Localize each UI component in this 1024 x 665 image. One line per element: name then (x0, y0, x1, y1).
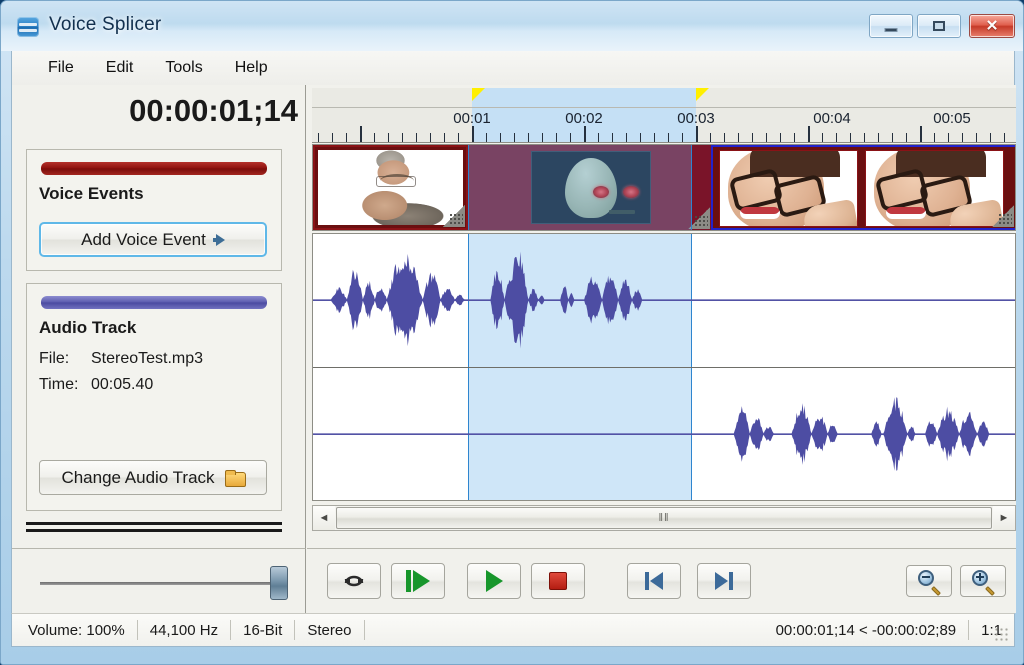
voice-events-color-bar (41, 162, 267, 175)
clip-alien-eye-right (623, 186, 639, 198)
change-audio-track-button[interactable]: Change Audio Track (39, 460, 267, 495)
woman-glasses-a (732, 173, 824, 199)
menu-item-file[interactable]: File (32, 55, 90, 81)
selection-end-marker-icon[interactable] (696, 88, 709, 101)
loop-icon (344, 575, 364, 587)
timeline-horizontal-scrollbar[interactable]: ◄ ‖‖ ► (312, 505, 1016, 531)
ruler-label-5: 00:05 (933, 110, 971, 127)
volume-slider-area (12, 548, 306, 613)
waveform-graphic (313, 251, 1015, 471)
stop-button[interactable] (531, 563, 585, 599)
change-audio-track-label: Change Audio Track (61, 467, 215, 487)
add-voice-event-label: Add Voice Event (81, 229, 206, 249)
skip-to-start-button[interactable] (627, 563, 681, 599)
clip-alien-thumbnail (531, 151, 651, 224)
scrollbar-thumb[interactable]: ‖‖ (336, 507, 992, 529)
window-title: Voice Splicer (49, 14, 162, 35)
close-button[interactable]: ✕ (969, 14, 1015, 38)
menu-bar: File Edit Tools Help (11, 51, 1015, 85)
video-clip-woman-pair[interactable] (711, 145, 1015, 230)
arrow-right-icon (212, 233, 225, 246)
skip-to-end-button[interactable] (697, 563, 751, 599)
transport-bar (307, 548, 1016, 613)
audio-file-value: StereoTest.mp3 (91, 350, 204, 367)
clip-resize-handle-1[interactable] (443, 205, 465, 227)
clip-man-thumbnail (318, 150, 463, 225)
audio-track-panel: Audio Track File: StereoTest.mp3 Time: 00:… (26, 283, 282, 511)
audio-track-title: Audio Track (39, 318, 137, 337)
clip-woman-thumbnail-a (719, 150, 858, 227)
status-bar: Volume: 100% 44,100 Hz 16-Bit Stereo 00:… (11, 613, 1015, 647)
video-clip-man[interactable] (313, 145, 468, 230)
clip-alien-head (565, 158, 639, 218)
panel-divider (26, 522, 282, 533)
close-icon: ✕ (985, 17, 999, 35)
audio-file-label: File: (39, 350, 70, 367)
resize-grip[interactable] (994, 627, 1008, 641)
voice-events-panel: Voice Events Add Voice Event (26, 149, 282, 271)
woman-mouth-a (740, 207, 780, 219)
magnifier-minus-icon (918, 570, 941, 596)
folder-open-icon (224, 469, 246, 487)
volume-slider-track[interactable] (40, 582, 280, 585)
skip-back-icon (645, 572, 663, 590)
zoom-in-button[interactable] (960, 565, 1006, 597)
timecode-display: 00:00:01;14 (129, 93, 298, 128)
ruler-label-1: 00:01 (453, 110, 491, 127)
ruler-label-3: 00:03 (677, 110, 715, 127)
magnifier-plus-icon (972, 570, 995, 596)
app-icon (17, 17, 39, 37)
minimize-button[interactable] (869, 14, 913, 38)
status-channels: Stereo (295, 620, 365, 640)
play-button[interactable] (467, 563, 521, 599)
volume-slider-thumb[interactable] (270, 566, 288, 600)
stop-icon (549, 572, 567, 590)
audio-file-row: File: StereoTest.mp3 (39, 350, 203, 368)
ruler-divider (312, 107, 1016, 108)
clip-resize-handle-3[interactable] (992, 205, 1014, 227)
left-panel: 00:00:01;14 Voice Events Add Voice Event… (12, 85, 306, 548)
play-icon (485, 570, 503, 592)
video-track[interactable] (312, 144, 1016, 231)
play-from-start-icon (406, 570, 430, 592)
menu-item-help[interactable]: Help (219, 55, 284, 81)
minimize-icon (884, 28, 898, 32)
woman-glasses-b (878, 173, 970, 199)
ruler-label-2: 00:02 (565, 110, 603, 127)
zoom-out-button[interactable] (906, 565, 952, 597)
play-from-start-button[interactable] (391, 563, 445, 599)
menu-item-tools[interactable]: Tools (149, 55, 218, 81)
audio-time-label: Time: (39, 376, 79, 393)
timeline-ruler[interactable]: 00:01 00:02 00:03 00:04 00:05 (312, 88, 1016, 143)
skip-forward-icon (715, 572, 733, 590)
audio-waveform-track[interactable] (312, 233, 1016, 501)
clip-woman-thumbnail-b (865, 150, 1004, 227)
status-bit-depth: 16-Bit (231, 620, 296, 640)
maximize-icon (933, 21, 945, 31)
status-sample-rate: 44,100 Hz (138, 620, 232, 640)
woman-mouth-b (886, 207, 926, 219)
selection-start-marker-icon[interactable] (472, 88, 485, 101)
voice-events-title: Voice Events (39, 184, 144, 203)
client-area: 00:00:01;14 Voice Events Add Voice Event… (11, 85, 1016, 613)
clip-alien-mouth (609, 210, 635, 214)
scroll-right-arrow-icon[interactable]: ► (993, 506, 1015, 530)
status-selection-range: 00:00:01;14 < -00:00:02;89 (764, 620, 970, 640)
menu-item-edit[interactable]: Edit (90, 55, 150, 81)
title-bar: Voice Splicer ✕ (1, 1, 1023, 49)
audio-time-value: 00:05.40 (91, 376, 154, 393)
clip-resize-handle-2[interactable] (688, 207, 710, 229)
add-voice-event-button[interactable]: Add Voice Event (39, 222, 267, 257)
loop-button[interactable] (327, 563, 381, 599)
ruler-label-4: 00:04 (813, 110, 851, 127)
clip-alien-eye-left (593, 186, 609, 198)
timeline-area: 00:01 00:02 00:03 00:04 00:05 ◄ ‖‖ ► (307, 85, 1016, 548)
maximize-button[interactable] (917, 14, 961, 38)
application-window: Voice Splicer ✕ File Edit Tools Help 00:… (0, 0, 1024, 665)
audio-track-color-bar (41, 296, 267, 309)
status-volume: Volume: 100% (12, 620, 138, 640)
video-clip-alien[interactable] (468, 145, 711, 230)
audio-time-row: Time: 00:05.40 (39, 376, 153, 394)
scroll-left-arrow-icon[interactable]: ◄ (313, 506, 335, 530)
